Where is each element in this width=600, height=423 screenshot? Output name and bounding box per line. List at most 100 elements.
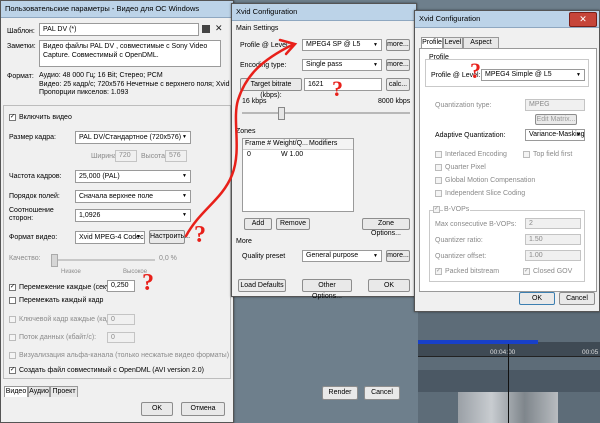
notes-text: Видео файлы PAL DV , совместимые с Sony … bbox=[43, 43, 208, 59]
interleave-each-frame-label: Перемежать каждый кадр bbox=[19, 297, 104, 304]
bitrate-slider[interactable] bbox=[242, 107, 410, 120]
datarate-checkbox[interactable] bbox=[9, 334, 16, 341]
slider-thumb[interactable] bbox=[278, 107, 285, 120]
packed-bitstream-checkbox[interactable]: ✓ bbox=[435, 268, 442, 275]
annotation-question-mark: ? bbox=[142, 270, 154, 296]
tab-video[interactable]: Видео bbox=[4, 386, 28, 397]
bvops-checkbox[interactable]: ✓ bbox=[433, 206, 440, 213]
alpha-checkbox[interactable] bbox=[9, 352, 16, 359]
gmc-checkbox[interactable] bbox=[435, 177, 442, 184]
profile-level-value: MPEG4 SP @ L5 bbox=[306, 41, 361, 48]
calc-button[interactable]: calc... bbox=[386, 78, 410, 91]
ok-button[interactable]: OK bbox=[141, 402, 173, 416]
column-header[interactable]: Modifiers bbox=[309, 140, 337, 147]
closed-gov-checkbox[interactable]: ✓ bbox=[523, 268, 530, 275]
quality-label: Качество: bbox=[9, 255, 41, 262]
interleave-field[interactable]: 0,250 bbox=[107, 280, 135, 292]
video-format-select[interactable]: Xvid MPEG-4 Codec ▼ bbox=[75, 231, 145, 244]
slider-thumb[interactable] bbox=[51, 254, 58, 267]
interleave-checkbox[interactable]: ✓ bbox=[9, 284, 16, 291]
top-field-first-checkbox[interactable] bbox=[523, 151, 530, 158]
interlaced-checkbox[interactable] bbox=[435, 151, 442, 158]
configure-button[interactable]: Настроить... bbox=[149, 230, 190, 244]
zones-table[interactable]: Frame # Weight/Q... Modifiers 0 W 1.00 bbox=[242, 138, 354, 212]
quant-offset-field[interactable]: 1.00 bbox=[525, 250, 581, 261]
quant-ratio-field[interactable]: 1.50 bbox=[525, 234, 581, 245]
close-icon[interactable]: ✕ bbox=[569, 12, 597, 27]
aspect-select[interactable]: 1,0926 ▼ bbox=[75, 209, 191, 222]
ok-button[interactable]: OK bbox=[368, 279, 410, 292]
quality-preset-select[interactable]: General purpose ▼ bbox=[302, 250, 382, 262]
title-bar[interactable]: Пользовательские параметры - Видео для О… bbox=[1, 1, 233, 18]
timeline-playhead[interactable] bbox=[508, 344, 509, 423]
target-bitrate-button[interactable]: Target bitrate (kbps): bbox=[240, 78, 302, 99]
frame-size-value: PAL DV/Стандартное (720x576) bbox=[79, 134, 182, 141]
quarter-pixel-checkbox[interactable] bbox=[435, 164, 442, 171]
delete-template-icon[interactable]: ✕ bbox=[215, 23, 223, 34]
zone-options-button[interactable]: Zone Options... bbox=[362, 218, 410, 237]
title-bar[interactable]: Xvid Configuration ✕ bbox=[415, 11, 599, 28]
include-video-checkbox[interactable]: ✓ bbox=[9, 114, 16, 121]
height-field[interactable]: 576 bbox=[165, 150, 187, 162]
annotation-question-mark: ? bbox=[470, 58, 481, 83]
chevron-down-icon: ▼ bbox=[373, 253, 378, 259]
keyframe-field[interactable]: 0 bbox=[107, 314, 135, 325]
quality-slider[interactable] bbox=[51, 254, 155, 267]
field-order-select[interactable]: Сначала верхнее поле ▼ bbox=[75, 190, 191, 203]
tab-aspect-ratio[interactable]: Aspect Ratio bbox=[463, 37, 499, 56]
bvops-label: B-VOPs bbox=[443, 206, 471, 213]
tab-audio[interactable]: Аудио bbox=[28, 386, 50, 397]
video-format-value: Xvid MPEG-4 Codec bbox=[79, 234, 144, 241]
title-bar[interactable]: Xvid Configuration bbox=[232, 4, 416, 21]
add-zone-button[interactable]: Add bbox=[244, 218, 272, 230]
table-row[interactable]: 0 W 1.00 bbox=[243, 150, 353, 160]
edit-matrix-button[interactable]: Edit Matrix... bbox=[535, 114, 577, 125]
video-track[interactable] bbox=[418, 370, 600, 392]
closed-gov-label: Closed GOV bbox=[533, 268, 573, 275]
chevron-down-icon: ▼ bbox=[182, 134, 187, 140]
template-field[interactable]: PAL DV (*) bbox=[39, 23, 199, 36]
keyframe-checkbox[interactable] bbox=[9, 316, 16, 323]
adaptive-quant-label: Adaptive Quantization: bbox=[435, 132, 506, 139]
column-header[interactable]: Weight/Q... bbox=[273, 140, 308, 147]
indep-slice-checkbox[interactable] bbox=[435, 190, 442, 197]
tab-project[interactable]: Проект bbox=[50, 386, 78, 397]
background-cancel-button[interactable]: Cancel bbox=[364, 386, 400, 400]
format-info: Аудио: 48 000 Гц; 16 Bit; Стерео; PCM Ви… bbox=[39, 72, 230, 96]
height-label: Высота: bbox=[141, 153, 167, 160]
profile-more-button[interactable]: more... bbox=[386, 39, 410, 51]
quality-more-button[interactable]: more... bbox=[386, 250, 410, 262]
remove-zone-button[interactable]: Remove bbox=[276, 218, 310, 230]
ok-button[interactable]: OK bbox=[519, 292, 555, 305]
quant-type-select[interactable]: MPEG bbox=[525, 99, 585, 111]
frame-size-select[interactable]: PAL DV/Стандартное (720x576) ▼ bbox=[75, 131, 191, 144]
encoding-more-button[interactable]: more... bbox=[386, 59, 410, 71]
encoding-type-select[interactable]: Single pass ▼ bbox=[302, 59, 382, 71]
profile-level-select[interactable]: MPEG4 SP @ L5 ▼ bbox=[302, 39, 382, 51]
profile-level-select[interactable]: MPEG4 Simple @ L5 ▼ bbox=[481, 69, 585, 81]
render-button[interactable]: Render bbox=[322, 386, 358, 400]
datarate-field[interactable]: 0 bbox=[107, 332, 135, 343]
load-defaults-button[interactable]: Load Defaults bbox=[238, 279, 286, 292]
timeline-area: 00:04:00 00:05 bbox=[418, 300, 600, 423]
framerate-select[interactable]: 25,000 (PAL) ▼ bbox=[75, 170, 191, 183]
quality-preset-value: General purpose bbox=[306, 252, 359, 259]
tab-profile[interactable]: Profile bbox=[421, 37, 443, 48]
interleave-each-frame-checkbox[interactable] bbox=[9, 297, 16, 304]
cancel-button[interactable]: Cancel bbox=[559, 292, 595, 305]
save-template-icon[interactable] bbox=[202, 25, 210, 33]
cancel-button[interactable]: Отмена bbox=[181, 402, 225, 416]
column-header[interactable]: Frame # bbox=[245, 140, 271, 147]
indep-slice-label: Independent Slice Coding bbox=[445, 190, 526, 197]
adaptive-quant-select[interactable]: Variance-Masking ▼ bbox=[525, 129, 585, 141]
width-field[interactable]: 720 bbox=[115, 150, 137, 162]
chevron-down-icon: ▼ bbox=[182, 173, 187, 179]
other-options-button[interactable]: Other Options... bbox=[302, 279, 352, 300]
opendml-checkbox[interactable]: ✓ bbox=[9, 367, 16, 374]
bitrate-field[interactable]: 1621 bbox=[304, 78, 382, 91]
window-title: Xvid Configuration bbox=[236, 7, 298, 16]
encoding-type-value: Single pass bbox=[306, 61, 343, 68]
notes-field[interactable]: Видео файлы PAL DV , совместимые с Sony … bbox=[39, 40, 221, 67]
max-bvops-field[interactable]: 2 bbox=[525, 218, 581, 229]
tab-level[interactable]: Level bbox=[443, 37, 463, 48]
